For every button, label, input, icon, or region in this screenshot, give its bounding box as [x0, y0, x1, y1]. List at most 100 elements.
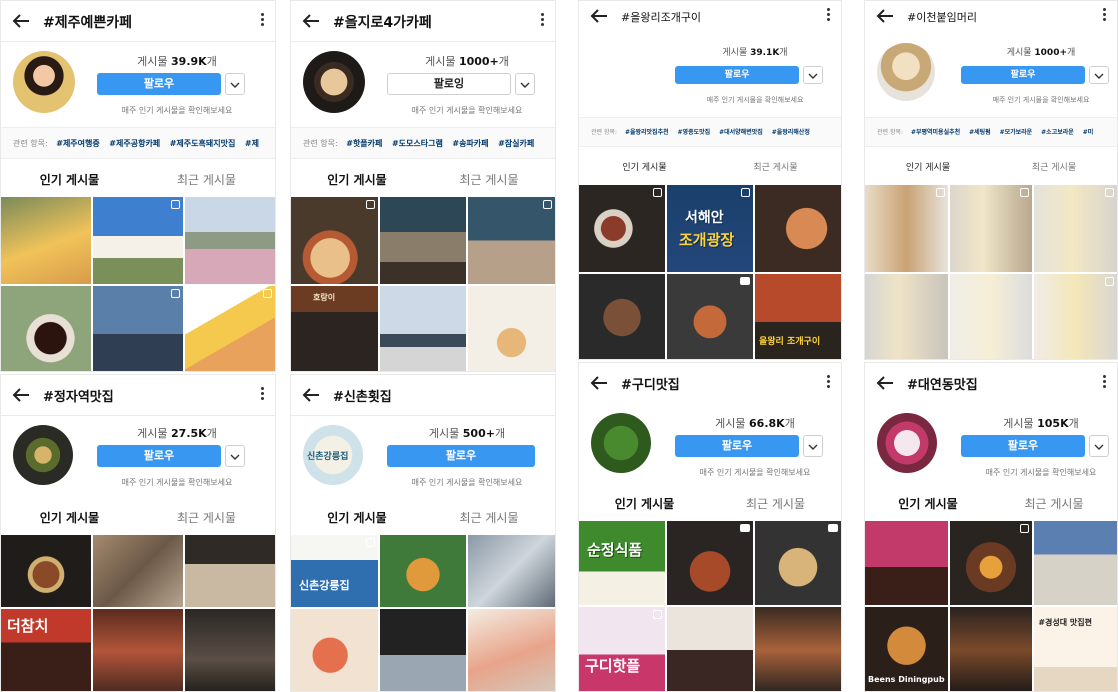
- avatar[interactable]: [303, 51, 365, 113]
- post-thumbnail[interactable]: [379, 609, 467, 691]
- post-thumbnail[interactable]: [185, 535, 275, 607]
- related-tag[interactable]: #제주여행중: [56, 139, 100, 148]
- post-thumbnail[interactable]: [291, 609, 378, 691]
- post-thumbnail[interactable]: #경성대 맛집편: [1034, 607, 1117, 691]
- avatar[interactable]: [591, 43, 649, 101]
- post-thumbnail[interactable]: [579, 185, 665, 272]
- post-thumbnail[interactable]: 구디핫플: [579, 607, 665, 691]
- follow-button[interactable]: 팔로우: [675, 435, 799, 457]
- post-thumbnail[interactable]: [93, 286, 183, 371]
- post-thumbnail[interactable]: [1, 535, 91, 607]
- follow-button[interactable]: 팔로우: [961, 66, 1085, 84]
- tab-top-posts[interactable]: 인기 게시물: [291, 165, 423, 195]
- tab-top-posts[interactable]: 인기 게시물: [865, 489, 991, 519]
- tab-recent-posts[interactable]: 최근 게시물: [710, 153, 841, 183]
- post-thumbnail[interactable]: [865, 274, 948, 359]
- post-thumbnail[interactable]: [755, 185, 841, 272]
- related-tag[interactable]: #을왕리해산정: [772, 129, 810, 136]
- post-thumbnail[interactable]: [93, 197, 183, 284]
- follow-button[interactable]: 팔로우: [97, 73, 221, 95]
- related-tag[interactable]: #대서양해변맛집: [719, 129, 763, 136]
- more-options-icon[interactable]: [1101, 6, 1107, 26]
- post-thumbnail[interactable]: [93, 609, 183, 691]
- post-thumbnail[interactable]: [185, 609, 275, 691]
- tab-recent-posts[interactable]: 최근 게시물: [138, 165, 275, 195]
- post-thumbnail[interactable]: [468, 286, 555, 371]
- tab-top-posts[interactable]: 인기 게시물: [1, 503, 138, 533]
- post-thumbnail[interactable]: [468, 609, 555, 691]
- post-thumbnail[interactable]: [379, 286, 467, 371]
- post-thumbnail[interactable]: [468, 197, 555, 284]
- post-thumbnail[interactable]: 을왕리 조개구이: [755, 274, 841, 359]
- post-thumbnail[interactable]: 더참치: [1, 609, 91, 691]
- chevron-down-icon[interactable]: [803, 435, 823, 457]
- related-tag[interactable]: #도모스타그램: [392, 139, 443, 148]
- tab-recent-posts[interactable]: 최근 게시물: [991, 153, 1117, 183]
- post-thumbnail[interactable]: [1034, 274, 1117, 359]
- back-arrow-icon[interactable]: [873, 4, 897, 28]
- related-tag[interactable]: #제주도흑돼지맛집: [170, 139, 236, 148]
- post-thumbnail[interactable]: [1034, 521, 1117, 605]
- back-arrow-icon[interactable]: [587, 4, 611, 28]
- more-options-icon[interactable]: [825, 6, 831, 26]
- post-thumbnail[interactable]: [93, 535, 183, 607]
- more-options-icon[interactable]: [825, 373, 831, 393]
- avatar[interactable]: [13, 425, 73, 485]
- post-thumbnail[interactable]: [949, 607, 1033, 691]
- related-tag[interactable]: #송파카페: [452, 139, 488, 148]
- avatar[interactable]: [591, 413, 651, 473]
- post-thumbnail[interactable]: [291, 197, 378, 284]
- tab-recent-posts[interactable]: 최근 게시물: [423, 165, 555, 195]
- related-tag[interactable]: #미: [1083, 129, 1094, 136]
- post-thumbnail[interactable]: [185, 286, 275, 371]
- related-tag[interactable]: #을왕리맛집추천: [625, 129, 669, 136]
- more-options-icon[interactable]: [259, 11, 265, 31]
- related-tag[interactable]: #제: [245, 139, 259, 148]
- post-thumbnail[interactable]: [667, 521, 753, 605]
- post-thumbnail[interactable]: [667, 607, 753, 691]
- more-options-icon[interactable]: [1101, 373, 1107, 393]
- post-thumbnail[interactable]: [949, 274, 1033, 359]
- post-thumbnail[interactable]: 신촌강릉집: [291, 535, 378, 607]
- avatar[interactable]: 신촌강릉집: [303, 425, 363, 485]
- post-thumbnail[interactable]: [468, 535, 555, 607]
- chevron-down-icon[interactable]: [803, 66, 823, 84]
- post-thumbnail[interactable]: [379, 535, 467, 607]
- back-arrow-icon[interactable]: [587, 371, 611, 395]
- chevron-down-icon[interactable]: [1089, 66, 1109, 84]
- post-thumbnail[interactable]: 호랑이: [291, 286, 378, 371]
- post-thumbnail[interactable]: [755, 607, 841, 691]
- avatar[interactable]: [13, 51, 75, 113]
- more-options-icon[interactable]: [539, 11, 545, 31]
- post-thumbnail[interactable]: [185, 197, 275, 284]
- follow-button[interactable]: 팔로우: [961, 435, 1085, 457]
- tab-recent-posts[interactable]: 최근 게시물: [138, 503, 275, 533]
- post-thumbnail[interactable]: [579, 274, 665, 359]
- related-tag[interactable]: #모가보라운: [1000, 129, 1033, 136]
- post-thumbnail[interactable]: Beens Diningpub: [865, 607, 948, 691]
- post-thumbnail[interactable]: [865, 185, 948, 272]
- post-thumbnail[interactable]: [865, 521, 948, 605]
- post-thumbnail[interactable]: 서해안 조개광장: [667, 185, 753, 272]
- post-thumbnail[interactable]: [1, 286, 91, 371]
- post-thumbnail[interactable]: 순정식품: [579, 521, 665, 605]
- related-tag[interactable]: #영종도맛집: [678, 129, 711, 136]
- follow-button[interactable]: 팔로우: [675, 66, 799, 84]
- back-arrow-icon[interactable]: [299, 9, 323, 33]
- chevron-down-icon[interactable]: [225, 73, 245, 95]
- tab-recent-posts[interactable]: 최근 게시물: [991, 489, 1117, 519]
- post-thumbnail[interactable]: [949, 521, 1033, 605]
- post-thumbnail[interactable]: [1, 197, 91, 284]
- post-thumbnail[interactable]: [755, 521, 841, 605]
- back-arrow-icon[interactable]: [299, 383, 323, 407]
- back-arrow-icon[interactable]: [9, 9, 33, 33]
- tab-top-posts[interactable]: 인기 게시물: [1, 165, 138, 195]
- chevron-down-icon[interactable]: [515, 73, 535, 95]
- related-tag[interactable]: #소고보라운: [1041, 129, 1074, 136]
- related-tag[interactable]: #핫플카페: [346, 139, 382, 148]
- following-button[interactable]: 팔로잉: [387, 73, 511, 95]
- follow-button[interactable]: 팔로우: [97, 445, 221, 467]
- chevron-down-icon[interactable]: [225, 445, 245, 467]
- post-thumbnail[interactable]: [667, 274, 753, 359]
- tab-recent-posts[interactable]: 최근 게시물: [423, 503, 555, 533]
